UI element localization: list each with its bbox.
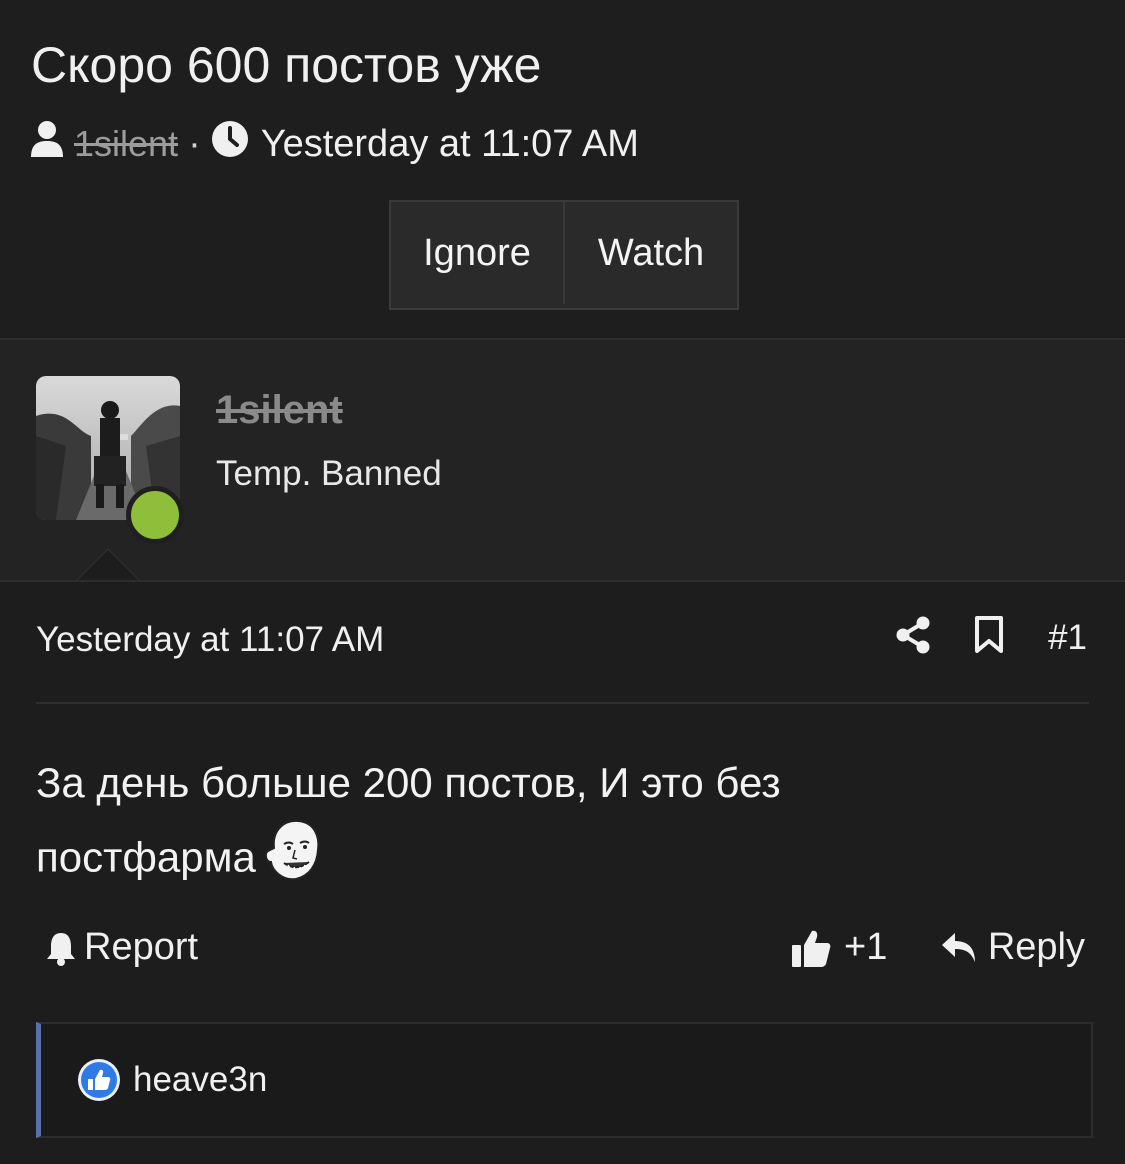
- reaction-user-list[interactable]: heave3n: [133, 1060, 267, 1100]
- post-text-line: За день больше 200 постов, И это без: [36, 759, 781, 806]
- reactions-bar[interactable]: heave3n: [36, 1022, 1093, 1138]
- post-user-panel: 1silent Temp. Banned: [0, 340, 1125, 582]
- report-label: Report: [84, 926, 199, 968]
- post-footer: Report +1 Reply: [0, 920, 1125, 980]
- post-text-fragment: постфарма: [36, 833, 256, 881]
- thread-meta: 1silent · Yesterday at 11:07 AM: [30, 118, 639, 170]
- share-icon[interactable]: [896, 616, 930, 659]
- thread-header: Скоро 600 постов уже 1silent · Yesterday…: [0, 0, 1125, 340]
- like-button[interactable]: +1: [790, 926, 887, 969]
- post-top-actions: #1: [896, 616, 1087, 659]
- user-icon: [30, 120, 64, 168]
- post-divider: [36, 702, 1089, 704]
- post-text-line-2: постфарма: [36, 818, 1036, 903]
- post-number-link[interactable]: #1: [1048, 618, 1087, 658]
- post-username[interactable]: 1silent: [216, 388, 343, 433]
- clock-icon: [211, 120, 249, 168]
- post-date-link[interactable]: Yesterday at 11:07 AM: [36, 620, 384, 660]
- reply-button[interactable]: Reply: [940, 926, 1085, 969]
- thumbs-up-icon: [792, 930, 831, 967]
- watch-button[interactable]: Watch: [565, 202, 737, 304]
- user-title: Temp. Banned: [216, 454, 442, 493]
- bookmark-icon[interactable]: [974, 616, 1004, 659]
- bell-icon: [47, 932, 75, 966]
- message-pointer: [76, 548, 140, 580]
- thread-button-group: Ignore Watch: [389, 200, 739, 310]
- thread-date-link[interactable]: Yesterday at 11:07 AM: [261, 123, 639, 166]
- report-button[interactable]: Report: [44, 926, 198, 969]
- thread-author-link[interactable]: 1silent: [74, 123, 178, 165]
- ignore-button[interactable]: Ignore: [391, 202, 565, 304]
- like-reaction-icon: [77, 1058, 121, 1107]
- thread-title: Скоро 600 постов уже: [31, 37, 542, 93]
- like-count: +1: [844, 926, 888, 968]
- online-status-indicator: [126, 486, 184, 544]
- wojak-smile-icon: [262, 818, 324, 903]
- meta-separator: ·: [188, 122, 201, 165]
- reply-label: Reply: [987, 926, 1085, 968]
- reply-arrow-icon: [941, 932, 975, 962]
- post-body: За день больше 200 постов, И это без пос…: [36, 748, 1036, 903]
